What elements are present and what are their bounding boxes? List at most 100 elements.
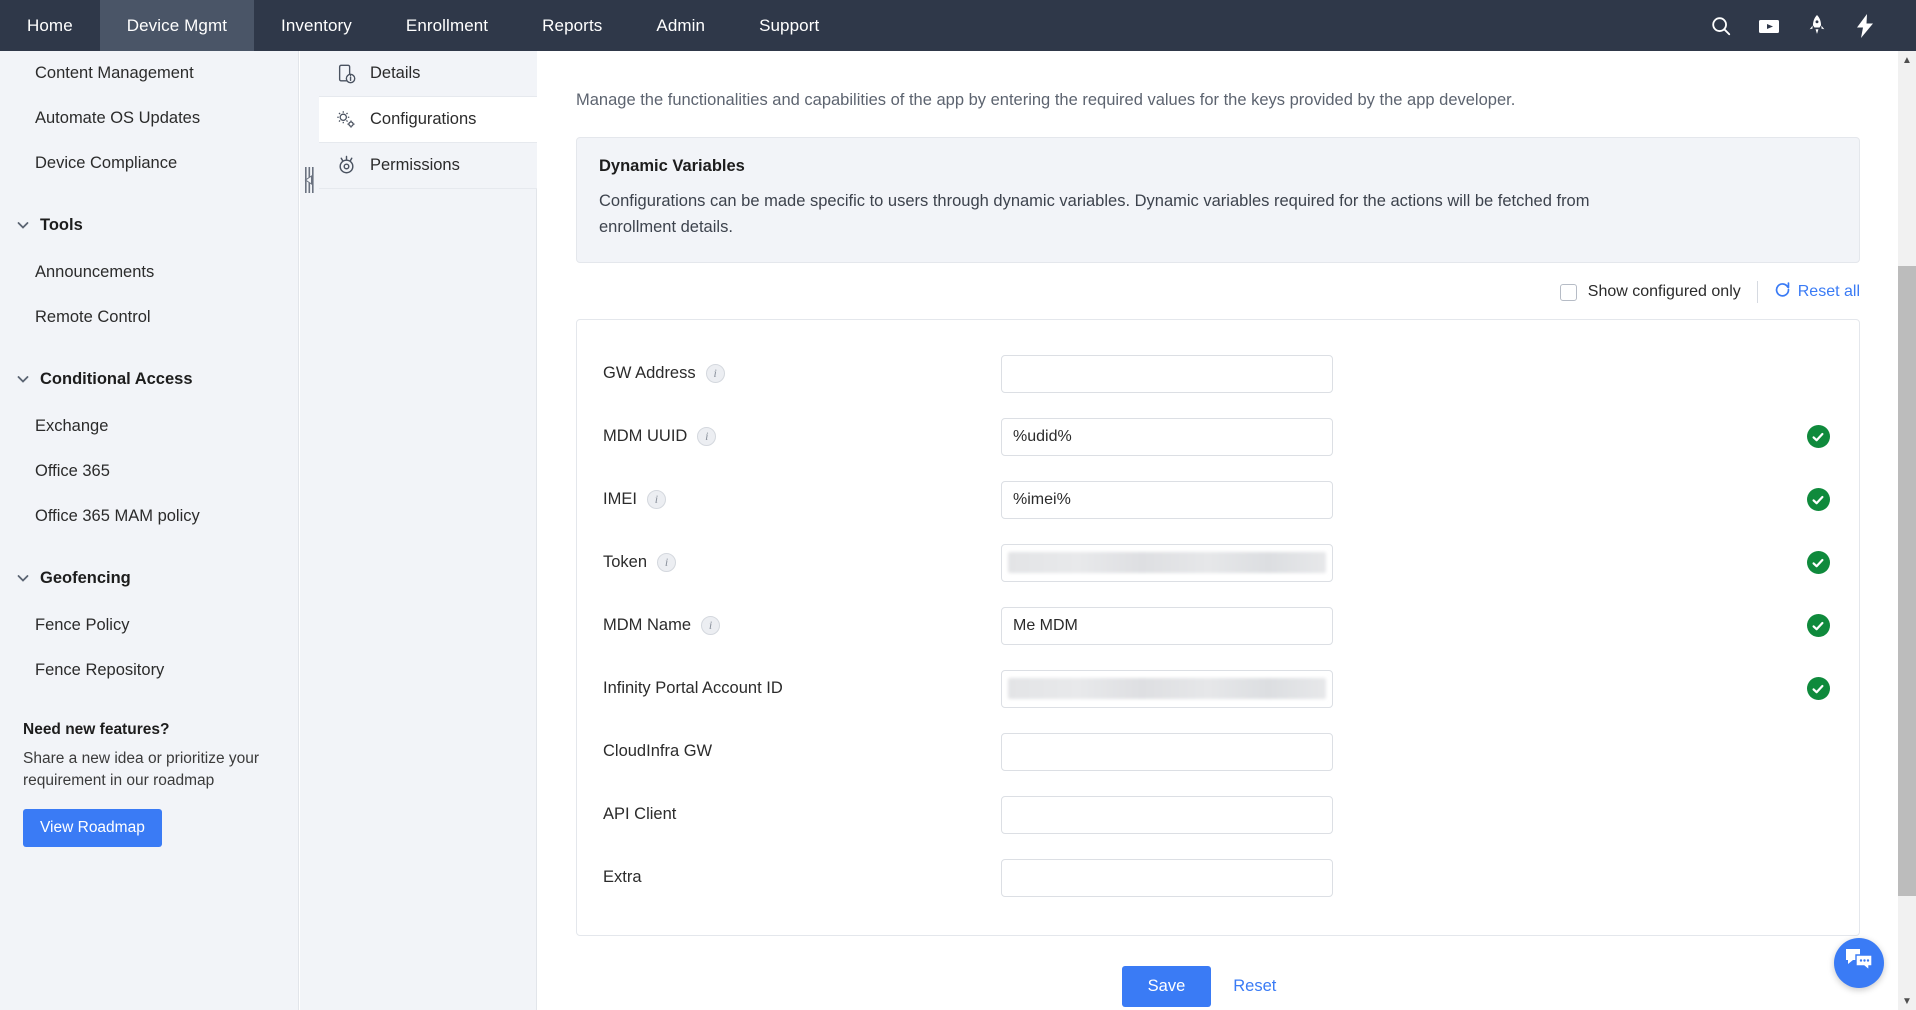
sidebar-item-content-management[interactable]: Content Management [0, 51, 298, 96]
promo-title: Need new features? [23, 721, 170, 738]
save-button[interactable]: Save [1121, 966, 1212, 1008]
check-circle-icon [1806, 551, 1830, 575]
scroll-down-arrow[interactable]: ▼ [1898, 992, 1916, 1010]
field-status [1805, 361, 1831, 387]
redacted-value [1008, 678, 1326, 700]
field-status [1805, 676, 1831, 702]
sidebar-group-conditional-access[interactable]: Conditional Access [0, 354, 298, 404]
show-configured-only-label[interactable]: Show configured only [1588, 283, 1741, 301]
sidebar-groups: Tools Announcements Remote Control Conditio… [0, 200, 298, 693]
form-row: API Client [577, 783, 1859, 846]
sidebar-item-device-compliance[interactable]: Device Compliance [0, 141, 298, 186]
form-row: MDM Name i [577, 594, 1859, 657]
page-scrollbar[interactable]: ▲ ▼ [1898, 51, 1916, 1010]
field-label-group: MDM UUID i [603, 427, 1001, 447]
field-label-group: IMEI i [603, 490, 1001, 510]
field-input[interactable] [1001, 354, 1333, 393]
field-label-group: GW Address i [603, 364, 1001, 384]
sidebar-item-announcements[interactable]: Announcements [0, 250, 298, 295]
field-status [1805, 802, 1831, 828]
info-icon[interactable]: i [701, 616, 721, 636]
nav-item-enrollment[interactable]: Enrollment [379, 0, 515, 51]
nav-item-admin[interactable]: Admin [629, 0, 732, 51]
field-label: CloudInfra GW [603, 742, 713, 761]
search-icon[interactable] [1708, 13, 1734, 39]
chat-support-button[interactable] [1834, 938, 1884, 988]
form-actions: Save Reset [538, 966, 1898, 1008]
tab-configurations[interactable]: Configurations [319, 97, 537, 143]
field-input[interactable] [1001, 480, 1333, 519]
field-label: GW Address [603, 364, 696, 383]
device-info-icon [334, 62, 358, 86]
sidebar-item-office-365[interactable]: Office 365 [0, 449, 298, 494]
field-status [1805, 613, 1831, 639]
field-label-group: Token i [603, 553, 1001, 573]
top-nav-actions [1708, 0, 1916, 51]
sidebar-group-tools[interactable]: Tools [0, 200, 298, 250]
sidebar-item-exchange[interactable]: Exchange [0, 404, 298, 449]
toolbar-divider [1756, 281, 1758, 304]
scroll-up-arrow[interactable]: ▲ [1898, 51, 1916, 69]
sidebar-group-geofencing[interactable]: Geofencing [0, 553, 298, 603]
form-row: MDM UUID i [577, 405, 1859, 468]
tab-details[interactable]: Details [319, 51, 537, 97]
reset-all-button[interactable]: Reset all [1774, 281, 1860, 303]
field-input[interactable] [1001, 732, 1333, 771]
field-label: MDM Name [603, 616, 692, 635]
field-label: IMEI [603, 490, 637, 509]
sidebar-item-automate-os-updates[interactable]: Automate OS Updates [0, 96, 298, 141]
form-row: IMEI i [577, 468, 1859, 531]
field-label: MDM UUID [603, 427, 688, 446]
tab-label: Configurations [370, 110, 477, 128]
field-input-masked[interactable] [1001, 543, 1333, 582]
form-row: Extra [577, 846, 1859, 909]
video-icon[interactable] [1756, 13, 1782, 39]
nav-item-device-mgmt[interactable]: Device Mgmt [99, 0, 255, 51]
field-input[interactable] [1001, 417, 1333, 456]
sidebar-item-fence-repository[interactable]: Fence Repository [0, 648, 298, 693]
promo-text: Share a new idea or prioritize your requ… [23, 750, 260, 790]
gears-icon [334, 108, 358, 132]
field-input[interactable] [1001, 606, 1333, 645]
info-icon[interactable]: i [697, 427, 717, 447]
infobox-body: Configurations can be made specific to u… [599, 192, 1590, 236]
refresh-icon [1774, 281, 1791, 303]
tab-label: Permissions [370, 156, 460, 174]
redacted-value [1008, 552, 1326, 574]
info-icon[interactable]: i [705, 364, 725, 384]
field-input-masked[interactable] [1001, 669, 1333, 708]
chat-bubbles-icon [1844, 947, 1874, 979]
field-label-group: CloudInfra GW [603, 742, 1001, 761]
nav-item-inventory[interactable]: Inventory [254, 0, 379, 51]
reset-button[interactable]: Reset [1233, 977, 1276, 996]
panel-collapse-handle[interactable] [300, 159, 319, 201]
info-icon[interactable]: i [646, 490, 666, 510]
rocket-icon[interactable] [1804, 13, 1830, 39]
check-circle-icon [1806, 614, 1830, 638]
show-configured-only-checkbox[interactable] [1559, 283, 1577, 301]
nav-item-support[interactable]: Support [732, 0, 846, 51]
form-row: GW Address i [577, 342, 1859, 405]
field-label-group: Infinity Portal Account ID [603, 679, 1001, 698]
sidebar-item-remote-control[interactable]: Remote Control [0, 295, 298, 340]
sidebar-group-label: Geofencing [40, 568, 131, 587]
sidebar-item-office-365-mam-policy[interactable]: Office 365 MAM policy [0, 494, 298, 539]
chevron-down-icon [12, 214, 34, 236]
top-nav-items: Home Device Mgmt Inventory Enrollment Report… [0, 0, 846, 51]
scrollbar-thumb[interactable] [1898, 266, 1916, 896]
nav-item-home[interactable]: Home [0, 0, 100, 51]
view-roadmap-button[interactable]: View Roadmap [23, 808, 162, 847]
tab-permissions[interactable]: Permissions [319, 143, 537, 189]
nav-item-reports[interactable]: Reports [515, 0, 629, 51]
configuration-form: GW AddressiMDM UUIDiIMEIiTokeniMDM Namei… [576, 319, 1860, 937]
chevron-down-icon [12, 368, 34, 390]
dynamic-variables-infobox: Dynamic Variables Configurations can be … [576, 137, 1860, 264]
main-content: Manage the functionalities and capabilit… [538, 51, 1898, 1010]
sidebar-item-fence-policy[interactable]: Fence Policy [0, 603, 298, 648]
field-status [1805, 550, 1831, 576]
lightning-icon[interactable] [1852, 13, 1878, 39]
info-icon[interactable]: i [657, 553, 677, 573]
field-input[interactable] [1001, 858, 1333, 897]
field-input[interactable] [1001, 795, 1333, 834]
field-status [1805, 739, 1831, 765]
